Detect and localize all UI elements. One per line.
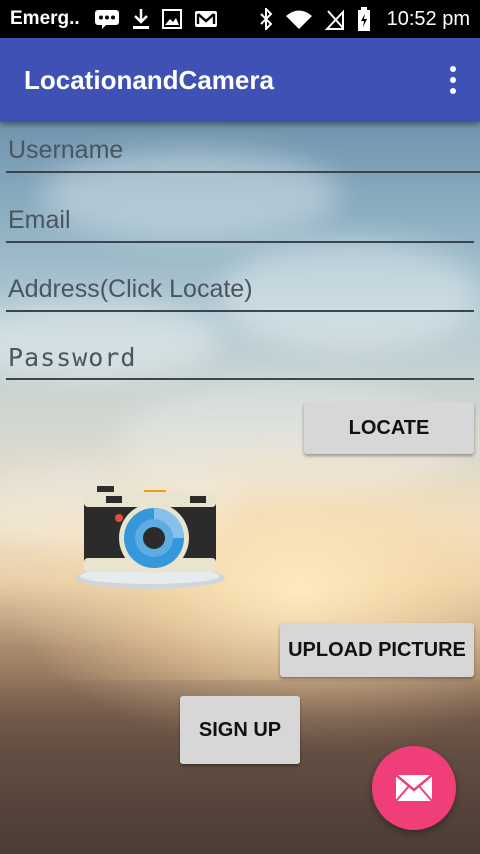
password-input[interactable]	[6, 343, 474, 380]
status-bar: Emerg.. 10:52 pm	[0, 0, 480, 38]
message-icon	[94, 9, 120, 29]
camera-icon[interactable]	[72, 482, 228, 594]
mail-fab-button[interactable]	[372, 746, 456, 830]
carrier-label: Emerg..	[10, 8, 80, 29]
wifi-icon	[285, 9, 313, 29]
image-icon	[161, 9, 182, 29]
app-title: LocationandCamera	[24, 64, 274, 95]
upload-picture-button[interactable]: UPLOAD PICTURE	[280, 623, 474, 677]
no-sim-icon	[324, 8, 345, 30]
more-vert-icon[interactable]	[448, 66, 458, 94]
battery-charging-icon	[357, 7, 371, 31]
clock: 10:52 pm	[386, 7, 470, 30]
username-input[interactable]	[6, 136, 480, 173]
locate-button[interactable]: LOCATE	[304, 402, 474, 454]
bluetooth-icon	[259, 8, 273, 30]
sign-up-button[interactable]: SIGN UP	[180, 696, 300, 764]
download-icon	[132, 8, 150, 30]
address-input[interactable]	[6, 275, 474, 312]
gmail-icon	[194, 10, 218, 28]
app-bar: LocationandCamera	[0, 38, 480, 122]
mail-icon	[395, 774, 433, 802]
email-input[interactable]	[6, 206, 474, 243]
